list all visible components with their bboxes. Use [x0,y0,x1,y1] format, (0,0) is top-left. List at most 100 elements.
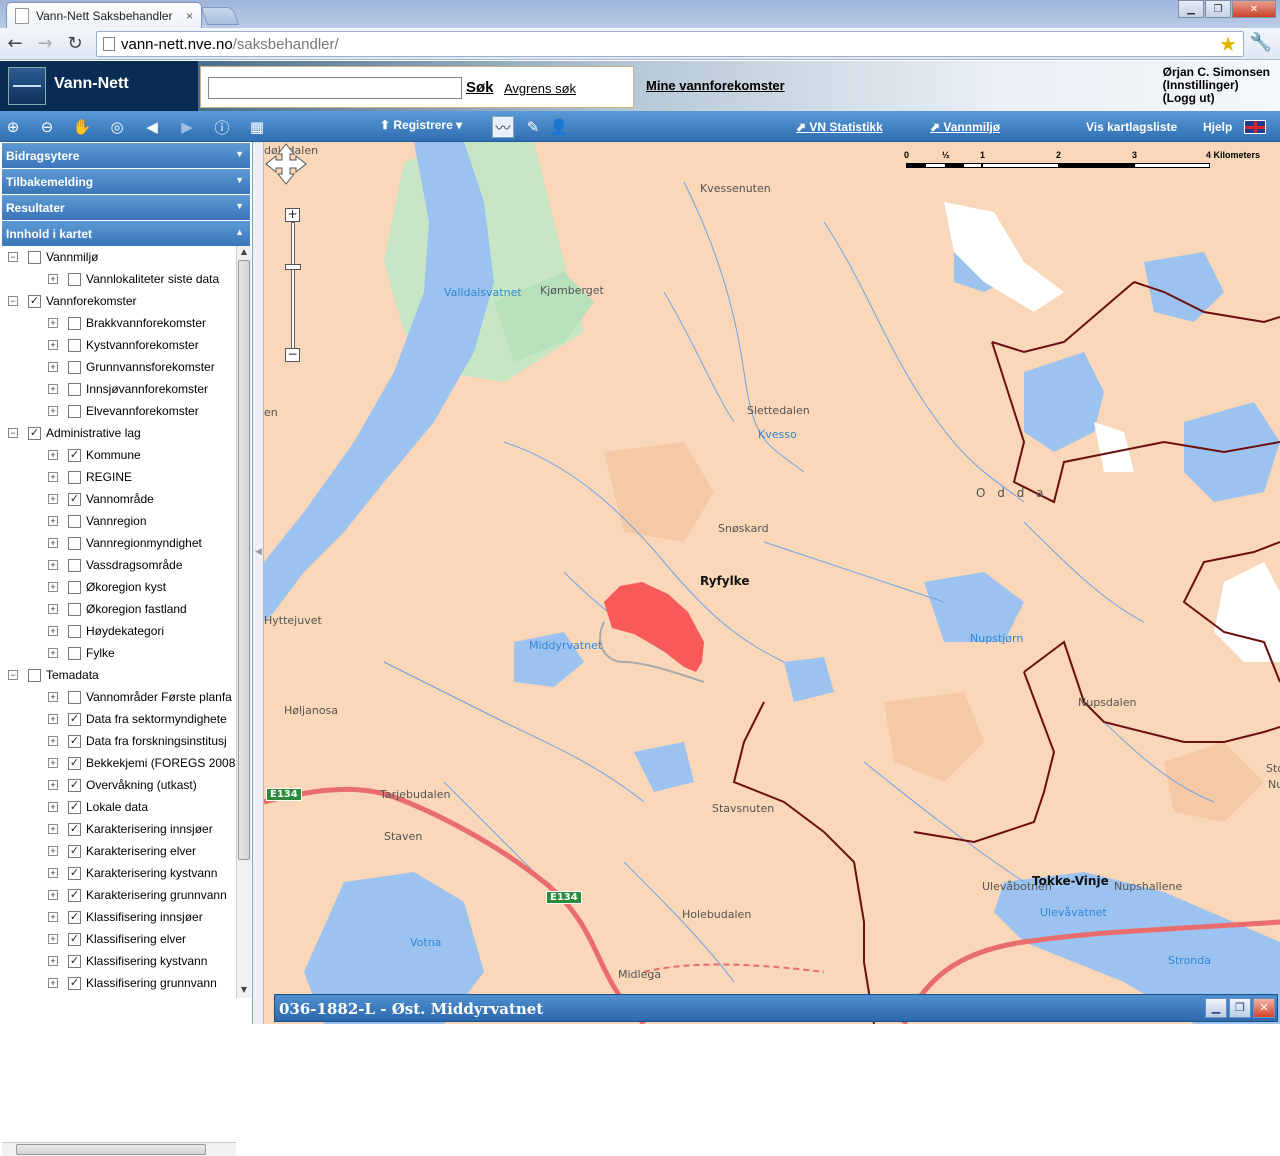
layer-label[interactable]: Vannmiljø [46,250,98,264]
layer-label[interactable]: Vannområde [86,492,154,506]
register-menu-button[interactable]: ⬆ Registrere ▾ [380,118,462,132]
expand-icon[interactable]: + [48,626,58,636]
layer-label[interactable]: Økoregion kyst [86,580,166,594]
layer-checkbox[interactable] [68,272,81,286]
expand-icon[interactable]: + [48,406,58,416]
accordion-header[interactable]: Resultater ▼ [2,195,250,220]
expand-icon[interactable]: + [48,648,58,658]
zoom-knob[interactable] [285,264,301,270]
address-bar[interactable]: vann-nett.nve.no/saksbehandler/ ★ [96,31,1244,57]
layer-label[interactable]: Innsjøvannforekomster [86,382,208,396]
pan-control[interactable] [264,142,308,186]
maximize-button[interactable]: ❐ [1205,0,1231,18]
collapse-icon[interactable]: − [8,252,18,262]
add-user-icon[interactable]: 👤 [548,116,570,138]
layer-checkbox[interactable] [68,580,81,594]
layer-label[interactable]: REGINE [86,470,132,484]
edit-pencil-icon[interactable]: ✎ [522,116,544,138]
my-waterbodies-link[interactable]: Mine vannforekomster [646,78,785,93]
print-icon[interactable]: ▦ [246,116,268,138]
layer-checkbox[interactable]: ✓ [68,844,81,858]
expand-icon[interactable]: + [48,340,58,350]
layer-label[interactable]: Økoregion fastland [86,602,187,616]
layer-label[interactable]: Kommune [86,448,141,462]
vannmiljo-link[interactable]: ⬈ Vannmiljø [930,120,1000,134]
layer-label[interactable]: Vannforekomster [46,294,137,308]
layer-label[interactable]: Vannregionmyndighet [86,536,202,550]
logout-link[interactable]: (Logg ut) [1163,92,1270,105]
layer-label[interactable]: Karakterisering kystvann [86,866,217,880]
bookmark-star-icon[interactable]: ★ [1219,32,1237,57]
uk-flag-icon[interactable] [1244,120,1266,134]
layer-label[interactable]: Karakterisering elver [86,844,196,858]
search-button[interactable]: Søk [466,79,494,96]
expand-icon[interactable]: + [48,912,58,922]
map-zoom-out-button[interactable]: − [285,348,300,362]
expand-icon[interactable]: + [48,692,58,702]
vn-statistics-link[interactable]: ⬈ VN Statistikk [796,120,883,134]
layer-checkbox[interactable]: ✓ [68,734,81,748]
layer-label[interactable]: Fylke [86,646,115,660]
expand-icon[interactable]: + [48,824,58,834]
expand-icon[interactable]: + [48,318,58,328]
restore-window-button[interactable]: ❐ [1229,998,1251,1018]
tab-close-icon[interactable]: × [186,9,193,23]
feature-info-window[interactable]: 036-1882-L - Øst. Middyrvatnet ▁ ❐ ✕ [274,994,1278,1022]
browser-tab[interactable]: Vann-Nett Saksbehandler × [6,2,202,28]
zoom-track[interactable] [291,222,295,350]
zoom-slider[interactable]: + − [285,208,301,364]
layer-checkbox[interactable]: ✓ [68,932,81,946]
expand-icon[interactable]: + [48,494,58,504]
layer-label[interactable]: Karakterisering innsjøer [86,822,213,836]
layer-checkbox[interactable]: ✓ [68,492,81,506]
layer-checkbox[interactable]: ✓ [68,448,81,462]
expand-icon[interactable]: + [48,714,58,724]
layer-checkbox[interactable] [68,646,81,660]
layer-label[interactable]: Temadata [46,668,99,682]
layer-checkbox[interactable] [68,558,81,572]
layer-checkbox[interactable]: ✓ [28,426,41,440]
expand-icon[interactable]: + [48,978,58,988]
accordion-header[interactable]: Bidragsytere ▼ [2,143,250,168]
collapse-icon[interactable]: − [8,428,18,438]
layer-checkbox[interactable] [68,316,81,330]
layer-label[interactable]: Vassdragsområde [86,558,183,572]
layer-label[interactable]: Lokale data [86,800,148,814]
layer-checkbox[interactable] [68,382,81,396]
layer-checkbox[interactable]: ✓ [68,778,81,792]
layer-label[interactable]: Grunnvannsforekomster [86,360,215,374]
layer-label[interactable]: Vannregion [86,514,147,528]
scroll-down-icon[interactable]: ▼ [237,985,251,997]
layer-list-link[interactable]: Vis kartlagsliste [1086,120,1177,134]
help-link[interactable]: Hjelp [1203,120,1232,134]
layer-checkbox[interactable] [28,668,41,682]
layer-checkbox[interactable] [68,404,81,418]
layer-label[interactable]: Brakkvannforekomster [86,316,206,330]
layer-checkbox[interactable]: ✓ [28,294,41,308]
expand-icon[interactable]: + [48,362,58,372]
layer-checkbox[interactable] [68,360,81,374]
refine-search-link[interactable]: Avgrens søk [504,81,576,96]
search-input[interactable] [208,77,462,99]
expand-icon[interactable]: + [48,868,58,878]
expand-icon[interactable]: + [48,450,58,460]
zoom-out-icon[interactable]: ⊖ [36,116,58,138]
layer-checkbox[interactable]: ✓ [68,822,81,836]
layer-checkbox[interactable]: ✓ [68,756,81,770]
layer-label[interactable]: Høydekategori [86,624,164,638]
zoom-in-icon[interactable]: ⊕ [2,116,24,138]
layer-label[interactable]: Data fra sektormyndighete [86,712,227,726]
layer-label[interactable]: Klassifisering grunnvann [86,976,217,990]
expand-icon[interactable]: + [48,846,58,856]
expand-icon[interactable]: + [48,560,58,570]
expand-icon[interactable]: + [48,604,58,614]
expand-icon[interactable]: + [48,538,58,548]
draw-line-icon[interactable]: 〰 [492,116,514,138]
panel-splitter[interactable]: ◀ [253,142,264,1024]
minimize-window-button[interactable]: ▁ [1205,998,1227,1018]
expand-icon[interactable]: + [48,802,58,812]
minimize-button[interactable]: ▁ [1178,0,1204,18]
scrollbar-thumb[interactable] [238,260,250,860]
previous-extent-icon[interactable]: ◀ [141,116,163,138]
layer-checkbox[interactable] [28,250,41,264]
